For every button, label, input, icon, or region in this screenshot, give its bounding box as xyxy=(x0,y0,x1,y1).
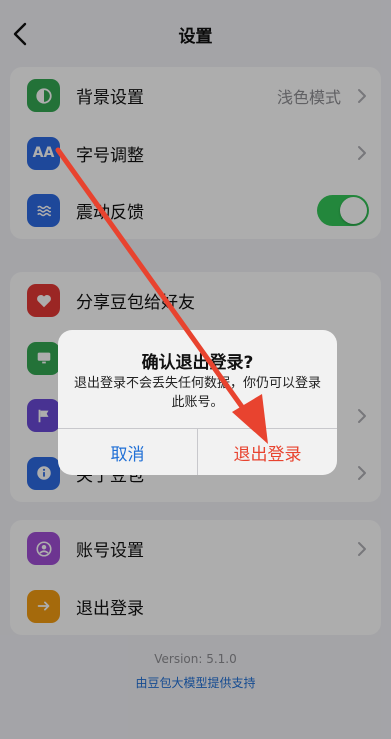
cancel-button[interactable]: 取消 xyxy=(58,429,198,475)
dialog-button-bar: 取消 退出登录 xyxy=(58,428,337,475)
settings-page: 设置 背景设置 浅色模式 AA 字号调整 震动反馈 分享豆包给好友 关于豆包 账… xyxy=(0,0,391,739)
logout-confirm-dialog: 确认退出登录? 退出登录不会丢失任何数据，你仍可以登录此账号。 取消 退出登录 xyxy=(58,330,337,475)
dialog-message: 退出登录不会丢失任何数据，你仍可以登录此账号。 xyxy=(74,376,322,410)
confirm-logout-button[interactable]: 退出登录 xyxy=(198,429,337,475)
dialog-title: 确认退出登录? xyxy=(141,353,254,373)
